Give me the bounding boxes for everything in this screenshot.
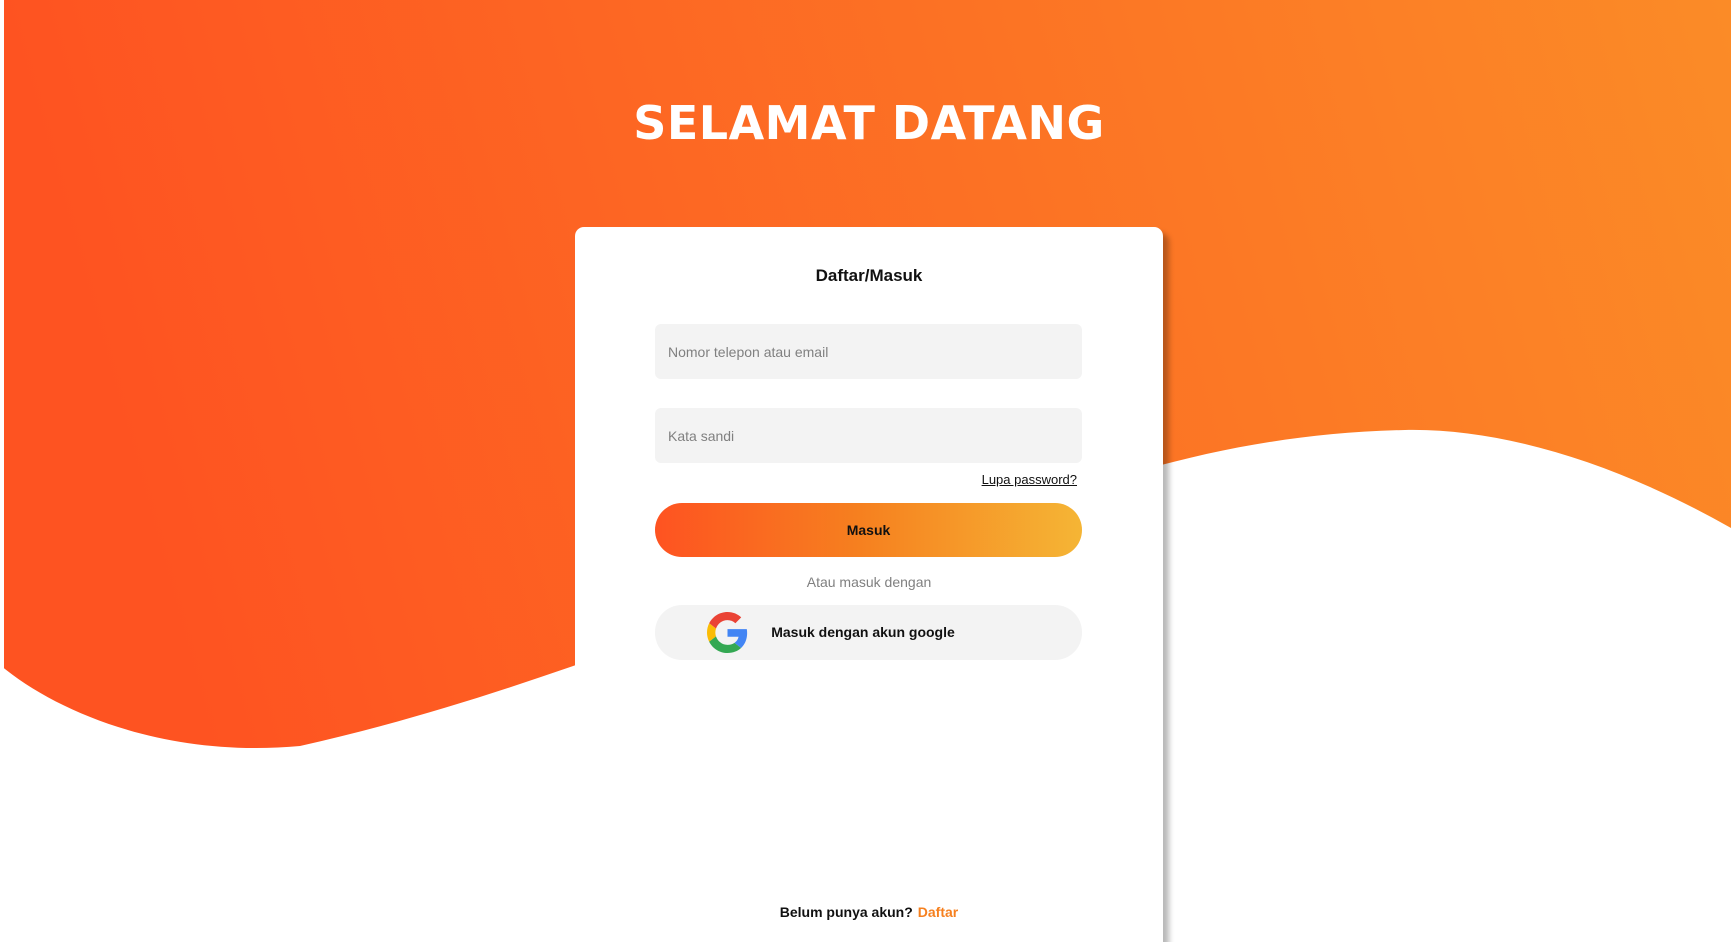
login-card: Daftar/Masuk Lupa password? Masuk Atau m… [575,227,1163,942]
google-login-button[interactable]: Masuk dengan akun google [655,605,1082,660]
alternative-login-text: Atau masuk dengan [806,574,932,590]
forgot-password-link[interactable]: Lupa password? [982,472,1077,487]
password-input[interactable] [655,408,1082,463]
card-title: Daftar/Masuk [815,266,923,285]
login-page: SELAMAT DATANG Daftar/Masuk Lupa passwor… [0,0,1731,942]
signup-link[interactable]: Daftar [918,904,958,920]
google-logo-icon [707,612,748,653]
google-login-label: Masuk dengan akun google [771,624,955,640]
signup-prompt: Belum punya akun? [779,904,913,920]
login-button[interactable]: Masuk [655,503,1082,557]
left-edge-strip [0,0,4,942]
phone-or-email-input[interactable] [655,324,1082,379]
page-title: SELAMAT DATANG [633,96,1105,150]
signup-row: Belum punya akun? Daftar [575,904,1163,920]
